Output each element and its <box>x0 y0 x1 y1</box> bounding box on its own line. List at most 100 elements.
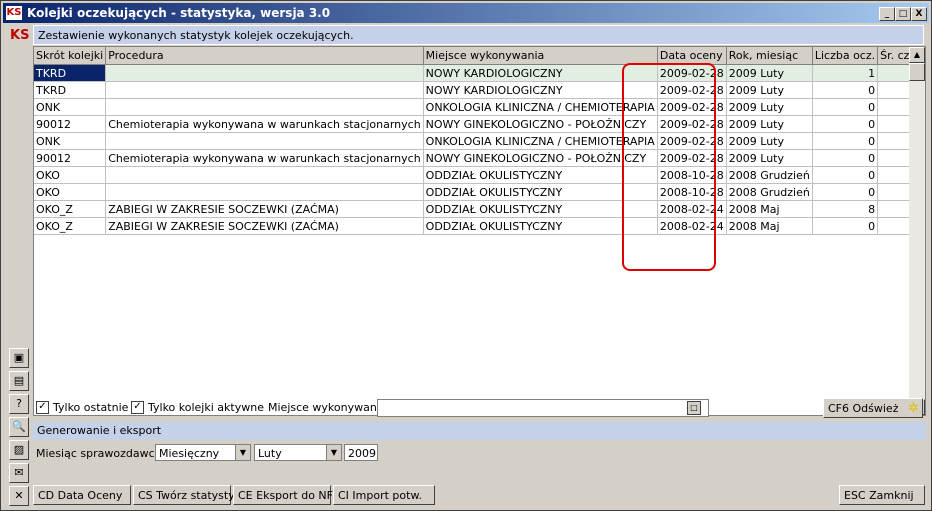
vertical-scrollbar[interactable]: ▲ ▼ <box>909 47 925 415</box>
data-oceny-button[interactable]: CD Data Oceny <box>33 485 131 505</box>
table-cell: 2008 Grudzień <box>726 183 813 201</box>
close-icon[interactable]: ✕ <box>9 486 29 506</box>
scroll-thumb[interactable] <box>909 63 925 81</box>
table-cell: 2009 Luty <box>726 98 813 116</box>
table-cell: 1 <box>812 64 879 82</box>
stats-grid[interactable]: Skrót kolejki Procedura Miejsce wykonywani… <box>33 46 926 416</box>
report-month-label: Miesiąc sprawozdawczy: <box>36 447 170 460</box>
period-value: Miesięczny <box>159 447 220 460</box>
table-cell: 2009 Luty <box>726 81 813 99</box>
period-select[interactable]: Miesięczny ▼ <box>155 444 251 461</box>
place-input[interactable] <box>377 399 709 417</box>
calculator-icon[interactable]: ▤ <box>9 371 29 391</box>
ks-logo-icon: KS <box>10 28 30 43</box>
table-cell: Chemioterapia wykonywana w warunkach sta… <box>105 115 424 133</box>
column-header[interactable]: Liczba ocz. <box>812 47 879 65</box>
import-button[interactable]: CI Import potw. <box>333 485 435 505</box>
table-cell: OKO_Z <box>34 200 107 218</box>
photo-icon[interactable]: ▨ <box>9 440 29 460</box>
table-row[interactable]: 90012 Chemioterapia wykonywana w warunkac… <box>34 115 925 133</box>
table-cell: OKO <box>34 166 107 184</box>
table-row[interactable]: OKO_Z ZABIEGI W ZAKRESIE SOCZEWKI (ZAĆMA)… <box>34 217 925 235</box>
filter-bar: ✓ Tylko ostatnie ✓ Tylko kolejki aktywne… <box>33 397 926 419</box>
close-button[interactable]: ESC Zamknij <box>839 485 925 505</box>
panel-caption: Zestawienie wykonanych statystyk kolejek… <box>33 25 924 45</box>
table-cell: OKO <box>34 183 107 201</box>
maximize-button[interactable]: □ <box>895 7 911 21</box>
bottom-toolbar: CD Data Oceny CS Twórz statystyki CE Eks… <box>33 485 926 507</box>
column-header[interactable]: Data oceny <box>657 47 727 65</box>
table-cell: 2009 Luty <box>726 149 813 167</box>
refresh-label: CF6 Odśwież <box>828 402 899 415</box>
left-toolbar: KS ▣ ▤ ? 🔍 ▨ ✉ ✕ <box>3 25 31 509</box>
table-cell: 0 <box>812 132 879 150</box>
table-cell: 0 <box>812 183 879 201</box>
highlight-box <box>622 63 716 271</box>
table-cell <box>105 98 424 116</box>
table-row[interactable]: 90012 Chemioterapia wykonywana w warunkac… <box>34 149 925 167</box>
year-input[interactable]: 2009 <box>344 444 378 461</box>
sparkle-icon: ✲ <box>908 401 919 416</box>
only-latest-label: Tylko ostatnie <box>53 401 129 414</box>
place-label: Miejsce wykonywania: <box>268 401 391 414</box>
table-row[interactable]: ONK ONKOLOGIA KLINICZNA / CHEMIOTERAPIA 20… <box>34 132 925 150</box>
table-row[interactable]: OKO ODDZIAŁ OKULISTYCZNY 2008-10-28 2008 Gr… <box>34 183 925 201</box>
table-cell: 2008 Maj <box>726 200 813 218</box>
monitor-icon[interactable]: ▣ <box>9 348 29 368</box>
table-cell: 2009 Luty <box>726 132 813 150</box>
table-row[interactable]: TKRD NOWY KARDIOLOGICZNY 2009-02-28 2009 Lu… <box>34 81 925 99</box>
help-icon[interactable]: ? <box>9 394 29 414</box>
table-cell: ONK <box>34 98 107 116</box>
only-latest-checkbox[interactable]: ✓ <box>36 401 49 414</box>
table-cell: TKRD <box>34 81 107 99</box>
generation-row: Miesiąc sprawozdawczy: Miesięczny ▼ Luty… <box>33 442 926 466</box>
chevron-down-icon[interactable]: ▼ <box>326 445 341 460</box>
table-cell <box>105 81 424 99</box>
mail-icon[interactable]: ✉ <box>9 463 29 483</box>
table-cell <box>105 64 424 82</box>
month-value: Luty <box>258 447 282 460</box>
table-cell: 8 <box>812 200 879 218</box>
table-cell: 0 <box>812 217 879 235</box>
table-row[interactable]: TKRD NOWY KARDIOLOGICZNY 2009-02-28 2009 Lu… <box>34 64 925 82</box>
table-cell: 2008 Grudzień <box>726 166 813 184</box>
table-cell: 2009 Luty <box>726 115 813 133</box>
scroll-up-icon[interactable]: ▲ <box>909 47 925 63</box>
minimize-button[interactable]: _ <box>879 7 895 21</box>
table-row[interactable]: ONK ONKOLOGIA KLINICZNA / CHEMIOTERAPIA 20… <box>34 98 925 116</box>
column-header[interactable]: Skrót kolejki <box>34 47 107 65</box>
chevron-down-icon[interactable]: ▼ <box>235 445 250 460</box>
table-cell <box>105 132 424 150</box>
app-window: KS Kolejki oczekujących - statystyka, we… <box>0 0 932 511</box>
place-lookup-button[interactable]: □ <box>687 401 701 415</box>
column-header[interactable]: Miejsce wykonywania <box>423 47 658 65</box>
title-bar[interactable]: KS Kolejki oczekujących - statystyka, we… <box>3 3 929 23</box>
table-cell: TKRD <box>34 64 107 82</box>
stats-table: Skrót kolejki Procedura Miejsce wykonywani… <box>34 47 925 235</box>
month-select[interactable]: Luty ▼ <box>254 444 342 461</box>
table-row[interactable]: OKO ODDZIAŁ OKULISTYCZNY 2008-10-28 2008 Gr… <box>34 166 925 184</box>
create-stats-button[interactable]: CS Twórz statystyki <box>133 485 244 505</box>
generation-header: Generowanie i eksport <box>33 422 926 440</box>
column-header[interactable]: Procedura <box>105 47 424 65</box>
table-cell: 2009 Luty <box>726 64 813 82</box>
only-active-checkbox[interactable]: ✓ <box>131 401 144 414</box>
column-header[interactable]: Rok, miesiąc <box>726 47 813 65</box>
table-cell: 90012 <box>34 115 107 133</box>
close-window-button[interactable]: X <box>911 7 927 21</box>
table-cell: Chemioterapia wykonywana w warunkach sta… <box>105 149 424 167</box>
table-cell: 0 <box>812 149 879 167</box>
table-cell: 90012 <box>34 149 107 167</box>
search-icon[interactable]: 🔍 <box>9 417 29 437</box>
table-row[interactable]: OKO_Z ZABIEGI W ZAKRESIE SOCZEWKI (ZAĆMA)… <box>34 200 925 218</box>
export-nfz-button[interactable]: CE Eksport do NFZ <box>233 485 341 505</box>
table-cell <box>105 166 424 184</box>
window-title: Kolejki oczekujących - statystyka, wersj… <box>27 6 331 20</box>
table-cell: ONK <box>34 132 107 150</box>
table-cell <box>105 183 424 201</box>
table-cell: 0 <box>812 166 879 184</box>
table-cell: ZABIEGI W ZAKRESIE SOCZEWKI (ZAĆMA) <box>105 217 424 235</box>
refresh-button[interactable]: CF6 Odśwież ✲ <box>823 398 923 418</box>
table-header-row: Skrót kolejki Procedura Miejsce wykonywani… <box>34 47 925 65</box>
only-active-label: Tylko kolejki aktywne <box>148 401 264 414</box>
